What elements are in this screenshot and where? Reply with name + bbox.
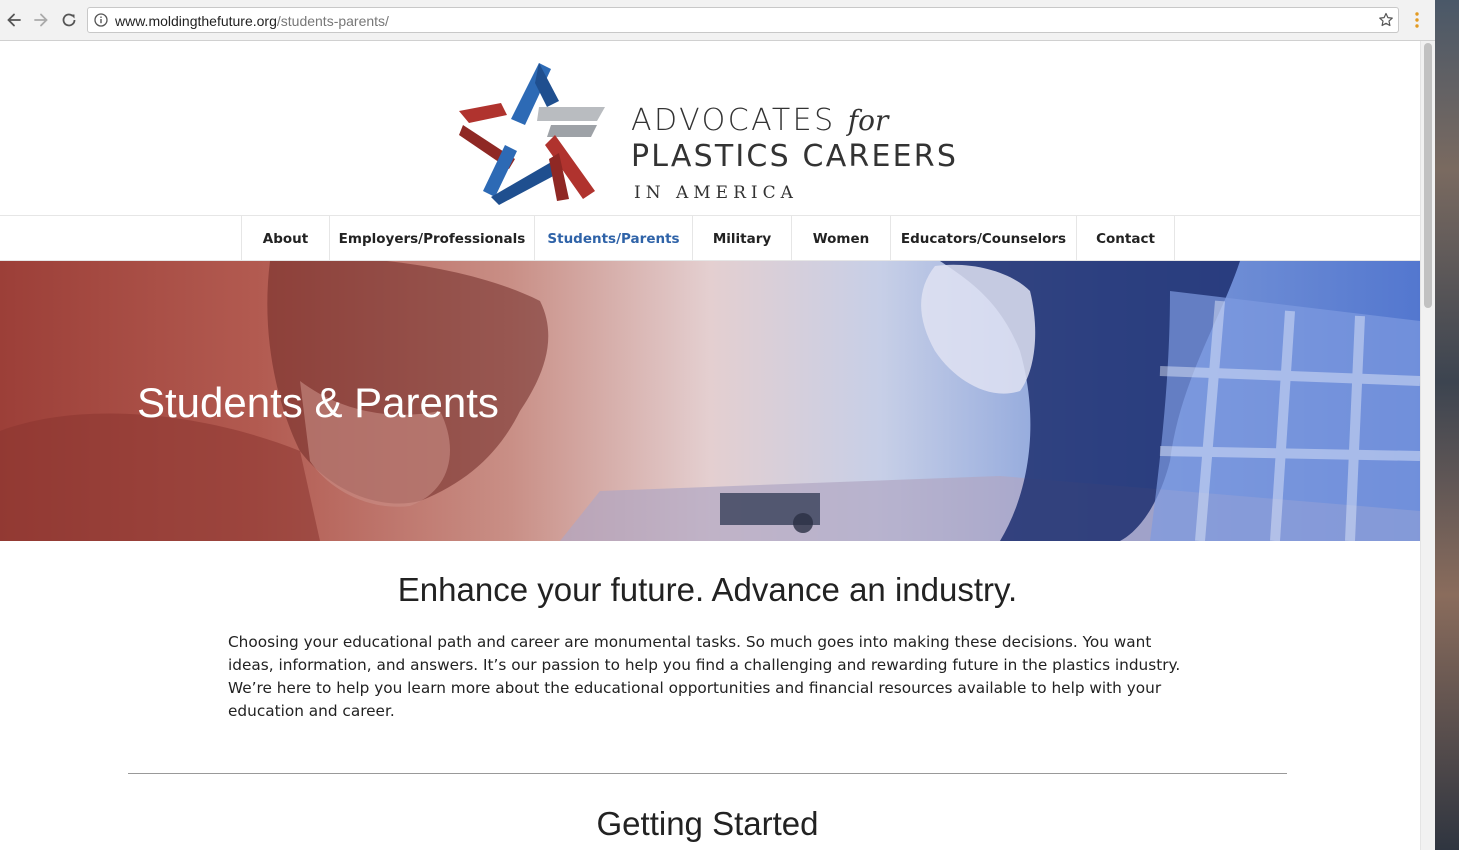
back-button[interactable] [2, 8, 26, 32]
logo-line-2: PLASTICS CAREERS [631, 139, 959, 174]
main-navigation: About Employers/Professionals Students/P… [0, 215, 1420, 261]
desktop-background [1435, 0, 1459, 850]
menu-dots-icon [1415, 12, 1419, 28]
nav-item-military[interactable]: Military [692, 216, 791, 261]
page-headline: Enhance your future. Advance an industry… [397, 571, 1018, 608]
section-title-getting-started: Getting Started [596, 805, 819, 842]
nav-item-women[interactable]: Women [791, 216, 890, 261]
url-text: www.moldingthefuture.org/students-parent… [115, 13, 389, 29]
url-domain: www.moldingthefuture.org [115, 13, 277, 29]
logo-for: for [847, 104, 889, 137]
bookmark-star-icon[interactable] [1378, 12, 1394, 28]
site-logo[interactable]: ADVOCATES for PLASTICS CAREERS IN AMERIC… [455, 55, 965, 205]
hero-banner: Students & Parents [0, 261, 1420, 541]
forward-arrow-icon [34, 13, 48, 27]
nav-item-about[interactable]: About [241, 216, 329, 261]
star-logo-icon [459, 63, 605, 205]
browser-menu-button[interactable] [1408, 8, 1426, 32]
section-divider [128, 773, 1287, 774]
back-arrow-icon [7, 13, 21, 27]
nav-item-educators-counselors[interactable]: Educators/Counselors [890, 216, 1076, 261]
forward-button[interactable] [29, 8, 53, 32]
logo-advocates: ADVOCATES [631, 103, 836, 138]
info-icon [94, 13, 108, 27]
web-page: ADVOCATES for PLASTICS CAREERS IN AMERIC… [0, 41, 1420, 850]
page-scrollbar[interactable] [1420, 41, 1435, 850]
intro-paragraph: Choosing your educational path and caree… [228, 633, 1181, 720]
browser-window: www.moldingthefuture.org/students-parent… [0, 0, 1435, 850]
reload-icon [62, 13, 76, 27]
logo-line-1: ADVOCATES for [631, 103, 888, 138]
nav-item-employers-professionals[interactable]: Employers/Professionals [329, 216, 534, 261]
logo-line-3: IN AMERICA [634, 183, 798, 203]
browser-toolbar: www.moldingthefuture.org/students-parent… [0, 0, 1435, 41]
nav-item-contact[interactable]: Contact [1076, 216, 1175, 261]
address-bar[interactable]: www.moldingthefuture.org/students-parent… [87, 7, 1399, 33]
hero-title: Students & Parents [137, 379, 499, 426]
nav-item-students-parents[interactable]: Students/Parents [534, 216, 692, 261]
reload-button[interactable] [57, 8, 81, 32]
url-path: /students-parents/ [276, 13, 389, 29]
scrollbar-thumb[interactable] [1424, 43, 1432, 308]
